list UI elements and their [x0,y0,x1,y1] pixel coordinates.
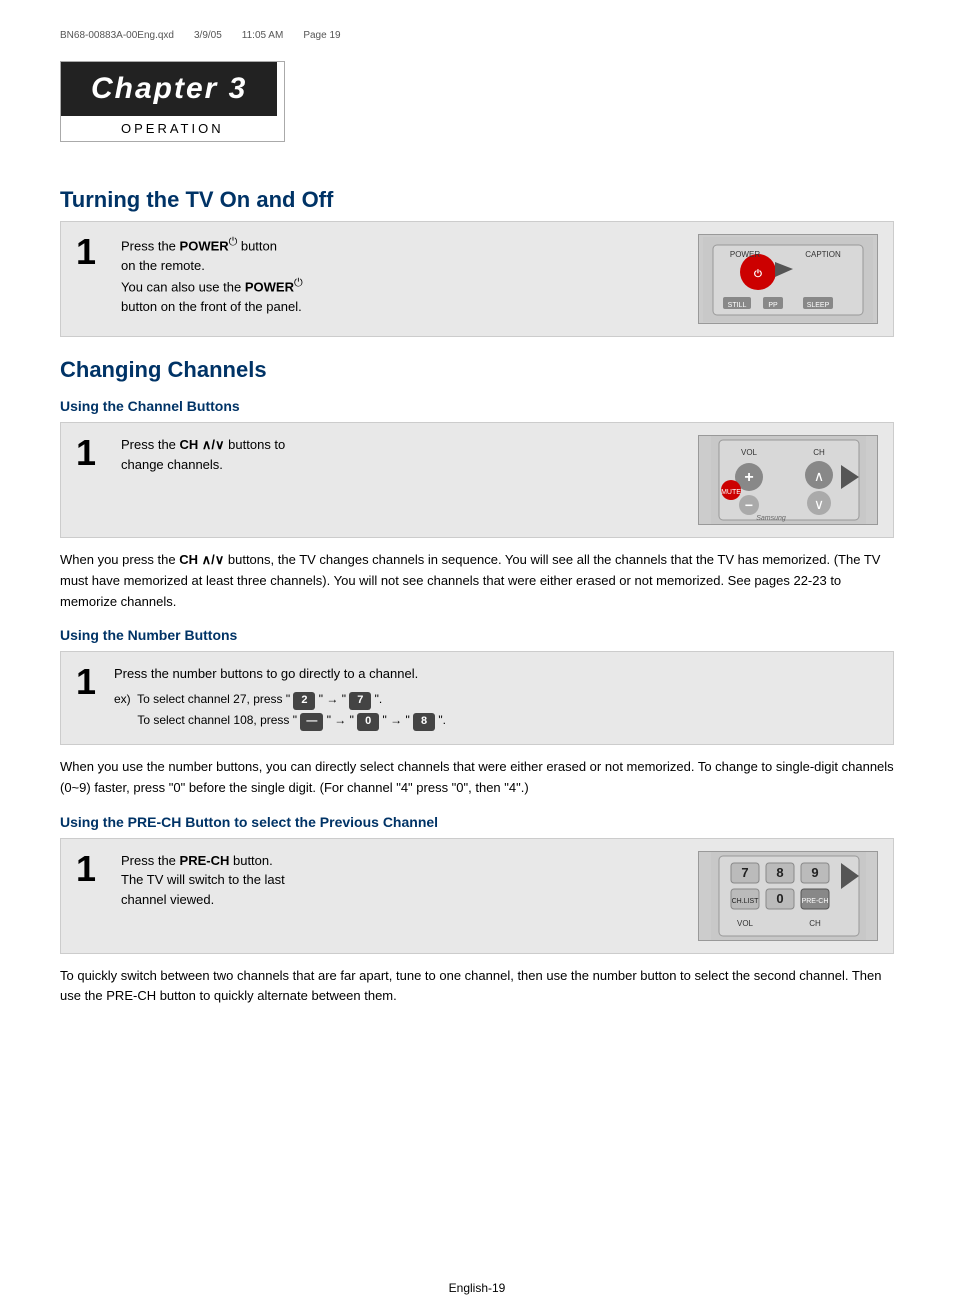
svg-text:STILL: STILL [728,302,747,309]
file-time: 11:05 AM [242,30,284,41]
power-remote-image: ⏻ CAPTION POWER STILL PP SLEEP [698,234,878,324]
subsection-channel-buttons-title: Using the Channel Buttons [60,398,894,414]
file-header: BN68-00883A-00Eng.qxd 3/9/05 11:05 AM Pa… [60,30,894,41]
section-turning-title: Turning the TV On and Off [60,187,894,213]
svg-text:POWER: POWER [730,250,760,259]
svg-text:9: 9 [811,865,818,880]
page-footer: English-19 [0,1281,954,1295]
svg-text:PRE-CH: PRE-CH [801,898,828,905]
btn-dash: — [300,713,323,731]
svg-text:CH: CH [809,919,821,928]
prech-body: To quickly switch between two channels t… [60,966,894,1008]
chapter-title: OPERATION [61,116,284,141]
page-number: English-19 [449,1281,506,1295]
svg-text:Samsung: Samsung [756,515,786,522]
chapter-header: Chapter 3 OPERATION [60,61,285,142]
subsection-number-buttons-title: Using the Number Buttons [60,627,894,643]
step-number-num: 1 [76,664,106,700]
svg-text:−: − [744,497,752,513]
prech-remote-svg: 7 8 9 CH.LIST 0 PRE-CH VOL CH [711,851,866,941]
subsection-prech-title: Using the PRE-CH Button to select the Pr… [60,814,894,830]
svg-text:7: 7 [741,865,748,880]
file-date: 3/9/05 [194,30,222,41]
svg-text:SLEEP: SLEEP [807,302,830,309]
svg-text:VOL: VOL [736,919,753,928]
svg-text:0: 0 [776,891,783,906]
chapter-number: Chapter 3 [91,72,247,106]
svg-text:CH: CH [813,448,825,457]
power-remote-svg: ⏻ CAPTION POWER STILL PP SLEEP [703,237,873,322]
chapter-box: Chapter 3 [61,62,277,116]
channel-example: ex) To select channel 27, press " 2 " → … [114,689,878,732]
step-number-1: 1 [76,234,106,270]
step-content-num: Press the number buttons to go directly … [114,664,878,732]
btn-7: 7 [349,692,371,710]
step-power-1: 1 Press the POWER⏻ button on the remote.… [60,221,894,337]
ch-remote-svg: VOL CH + − ∧ ∨ MUTE Samsung [711,435,866,525]
ch-buttons-body: When you press the CH ∧/∨ buttons, the T… [60,550,894,612]
step-number-prech: 1 [76,851,106,887]
file-page: Page 19 [303,30,340,41]
btn-8: 8 [413,713,435,731]
step-ch-1: 1 Press the CH ∧/∨ buttons to change cha… [60,422,894,538]
btn-2: 2 [293,692,315,710]
svg-text:∨: ∨ [813,496,823,512]
svg-text:VOL: VOL [740,448,757,457]
svg-text:∧: ∧ [813,468,823,484]
step-content-power: Press the POWER⏻ button on the remote. Y… [121,234,683,317]
svg-text:MUTE: MUTE [721,489,741,496]
btn-0: 0 [357,713,379,731]
svg-text:8: 8 [776,865,783,880]
section-channels-title: Changing Channels [60,357,894,383]
filename: BN68-00883A-00Eng.qxd [60,30,174,41]
step-prech-1: 1 Press the PRE-CH button. The TV will s… [60,838,894,954]
step-content-prech: Press the PRE-CH button. The TV will swi… [121,851,683,910]
step-content-ch: Press the CH ∧/∨ buttons to change chann… [121,435,683,474]
svg-text:CAPTION: CAPTION [805,250,841,259]
step-num-1: 1 Press the number buttons to go directl… [60,651,894,745]
svg-text:+: + [744,469,753,486]
prech-remote-image: 7 8 9 CH.LIST 0 PRE-CH VOL CH [698,851,878,941]
svg-text:⏻: ⏻ [754,268,762,280]
svg-text:PP: PP [768,302,778,309]
step-number-ch: 1 [76,435,106,471]
ch-remote-image: VOL CH + − ∧ ∨ MUTE Samsung [698,435,878,525]
svg-text:CH.LIST: CH.LIST [731,898,759,905]
num-buttons-body: When you use the number buttons, you can… [60,757,894,799]
